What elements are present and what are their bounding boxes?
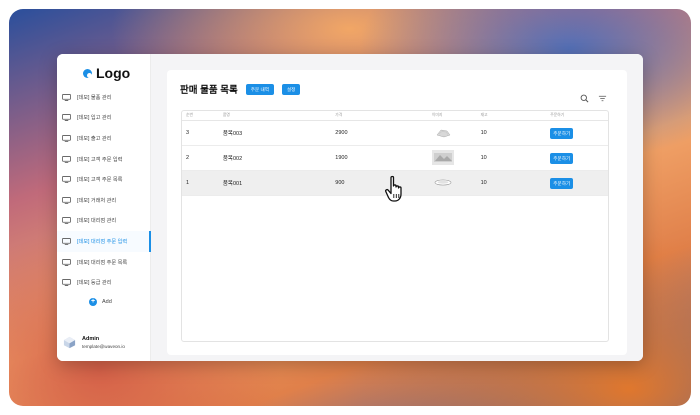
table-header: 순번 품명 가격 이미지 재고 주문하기: [182, 111, 608, 121]
monitor-icon: [62, 279, 71, 287]
cell-no: 2: [186, 155, 190, 161]
sidebar-item-label: [데모] 대리점 주문 입력: [77, 238, 128, 245]
cell-image: [431, 174, 481, 192]
sidebar-item-label: [데모] 물품 관리: [77, 94, 112, 101]
header-image: 이미지: [431, 113, 443, 117]
monitor-icon: [62, 176, 71, 184]
monitor-icon: [62, 135, 71, 142]
sidebar-nav: [데모] 물품 관리 [데모] 입고 관리 [데모] 출고 관리 [데모] 고객…: [57, 87, 151, 293]
sidebar-item-label: [데모] 출고 관리: [77, 135, 112, 142]
cell-price: 2900: [335, 130, 348, 136]
app-window: Logo [데모] 물품 관리 [데모] 입고 관리 [데모] 출고 관리 [데…: [57, 54, 643, 361]
settings-button[interactable]: 설정: [281, 83, 301, 95]
order-button[interactable]: 주문하기: [550, 127, 574, 139]
user-email: template@waveon.io: [82, 344, 125, 349]
add-label: Add: [102, 299, 112, 305]
user-name: Admin: [82, 336, 100, 342]
sidebar-item-customer-order-entry[interactable]: [데모] 고객 주문 입력: [57, 149, 150, 170]
sidebar-item-inbound-management[interactable]: [데모] 입고 관리: [57, 108, 150, 129]
avatar: [63, 336, 76, 349]
header-order: 주문하기: [550, 113, 565, 117]
cell-name: 품목002: [222, 156, 243, 162]
sidebar-item-agency-management[interactable]: [데모] 대리점 관리: [57, 211, 150, 232]
header-price: 가격: [335, 113, 343, 117]
user-profile[interactable]: Admin template@waveon.io: [63, 336, 125, 349]
sidebar-item-label: [데모] 고객 주문 입력: [77, 156, 123, 163]
header-name: 품명: [222, 113, 230, 117]
search-icon[interactable]: [580, 94, 589, 103]
sidebar: Logo [데모] 물품 관리 [데모] 입고 관리 [데모] 출고 관리 [데…: [57, 54, 151, 361]
table-row[interactable]: 3 품목003 2900 10 주문하기: [182, 121, 608, 146]
add-menu-button[interactable]: + Add: [89, 298, 112, 306]
user-info: Admin template@waveon.io: [82, 336, 125, 349]
cell-stock: 10: [480, 155, 487, 161]
sidebar-item-grade-management[interactable]: [데모] 등급 관리: [57, 272, 150, 293]
monitor-icon: [62, 196, 71, 204]
sidebar-item-label: [데모] 거래처 관리: [77, 197, 117, 204]
cell-image: [431, 149, 481, 167]
logo-icon: [83, 68, 92, 78]
sidebar-item-label: [데모] 대리점 주문 목록: [77, 259, 128, 266]
sidebar-item-outbound-management[interactable]: [데모] 출고 관리: [57, 128, 150, 149]
header-no: 순번: [186, 113, 193, 117]
logo-text: Logo: [96, 65, 131, 81]
cell-price: 1900: [335, 155, 348, 161]
order-history-button[interactable]: 주문 내역: [245, 83, 274, 95]
cell-action: 주문하기: [550, 127, 608, 139]
sidebar-item-agency-order-entry[interactable]: [데모] 대리점 주문 입력: [57, 231, 151, 252]
title-row: 판매 물품 목록 주문 내역 설정: [180, 82, 301, 96]
product-thumbnail: [431, 174, 454, 190]
sidebar-item-client-management[interactable]: [데모] 거래처 관리: [57, 190, 150, 211]
header-stock: 재고: [480, 113, 488, 117]
sidebar-item-product-management[interactable]: [데모] 물품 관리: [57, 87, 150, 108]
monitor-icon: [62, 93, 71, 101]
main-content: 판매 물품 목록 주문 내역 설정 순번 품명 가격 이미지 재고 주문하기 3…: [151, 54, 643, 361]
cell-action: 주문하기: [550, 152, 608, 164]
product-thumbnail: [431, 124, 454, 140]
order-button[interactable]: 주문하기: [550, 152, 574, 164]
monitor-icon: [62, 114, 71, 122]
plus-icon: +: [89, 298, 97, 306]
table-tools: [580, 94, 607, 103]
sidebar-item-customer-order-list[interactable]: [데모] 고객 주문 목록: [57, 169, 150, 190]
hand-pointer-icon: [385, 175, 402, 202]
product-list-panel: 판매 물품 목록 주문 내역 설정 순번 품명 가격 이미지 재고 주문하기 3…: [167, 70, 627, 355]
monitor-icon: [62, 237, 71, 245]
cell-no: 1: [186, 180, 190, 186]
sidebar-item-label: [데모] 대리점 관리: [77, 218, 117, 225]
cell-name: 품목001: [222, 181, 243, 187]
sidebar-item-label: [데모] 등급 관리: [77, 280, 112, 287]
cell-stock: 10: [480, 130, 487, 136]
cell-stock: 10: [480, 180, 487, 186]
order-button[interactable]: 주문하기: [550, 177, 574, 189]
monitor-icon: [62, 258, 71, 266]
cell-no: 3: [186, 130, 190, 136]
logo[interactable]: Logo: [83, 65, 130, 81]
filter-icon[interactable]: [598, 94, 607, 103]
cell-name: 품목003: [222, 131, 243, 137]
sidebar-item-agency-order-list[interactable]: [데모] 대리점 주문 목록: [57, 252, 150, 273]
product-table: 순번 품명 가격 이미지 재고 주문하기 3 품목003 2900 10 주문하…: [181, 110, 609, 342]
table-row[interactable]: 2 품목002 1900 10 주문하기: [182, 146, 608, 171]
sidebar-item-label: [데모] 입고 관리: [77, 115, 112, 122]
sidebar-item-label: [데모] 고객 주문 목록: [77, 177, 123, 184]
cell-image: [431, 124, 481, 142]
cell-action: 주문하기: [550, 177, 608, 189]
monitor-icon: [62, 217, 71, 225]
page-title: 판매 물품 목록: [180, 85, 238, 96]
product-thumbnail: [431, 149, 454, 165]
monitor-icon: [62, 155, 71, 163]
